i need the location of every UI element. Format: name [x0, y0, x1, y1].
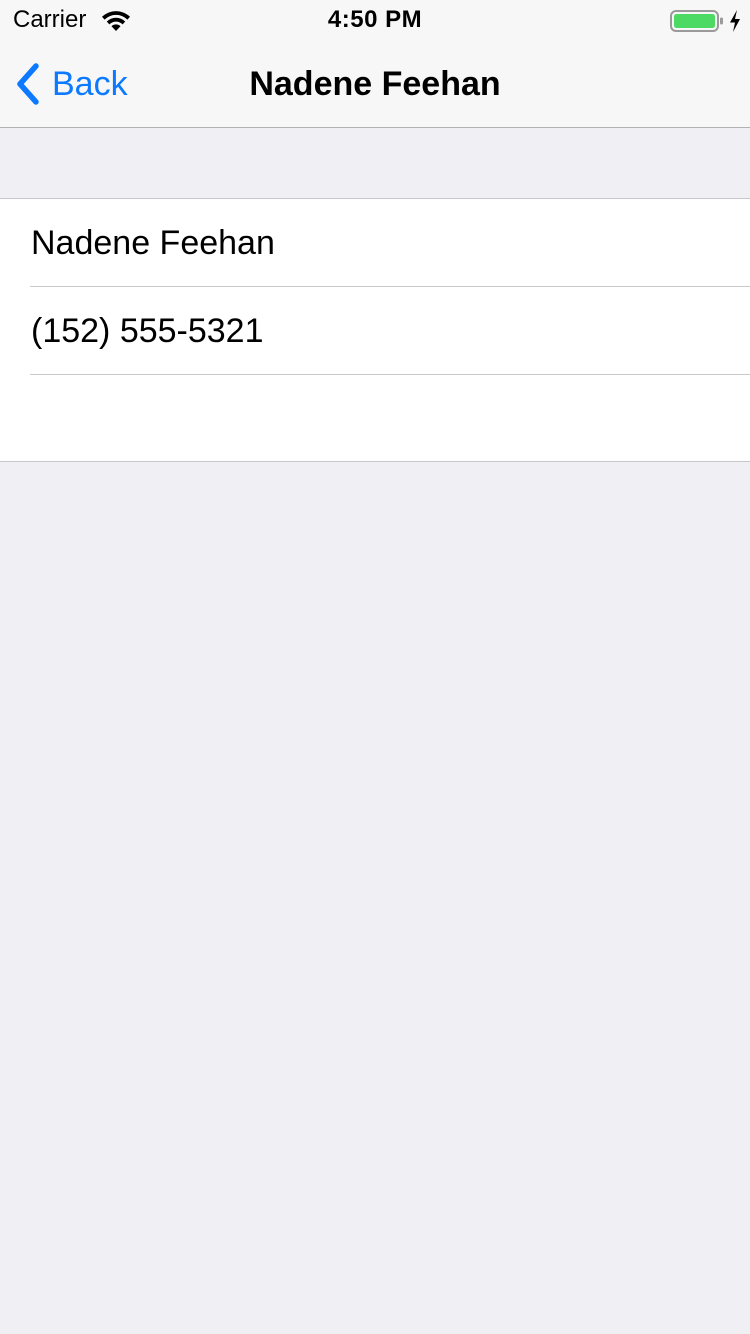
bolt-icon: [730, 10, 740, 32]
page-title: Nadene Feehan: [249, 65, 501, 103]
status-bar: Carrier 4:50 PM: [0, 0, 750, 40]
status-time: 4:50 PM: [327, 6, 423, 33]
contact-phone: (152) 555-5321: [31, 312, 264, 350]
battery-icon: [670, 10, 723, 32]
contact-detail-screen: Carrier 4:50 PM Back Nadene Feehan Naden…: [0, 0, 750, 1334]
contact-name-row[interactable]: Nadene Feehan: [30, 199, 750, 287]
empty-row[interactable]: [30, 375, 750, 463]
contact-phone-row[interactable]: (152) 555-5321: [30, 287, 750, 375]
contact-name: Nadene Feehan: [31, 224, 275, 262]
contact-details-table: Nadene Feehan (152) 555-5321: [0, 198, 750, 462]
navigation-bar: Back Nadene Feehan: [0, 40, 750, 128]
